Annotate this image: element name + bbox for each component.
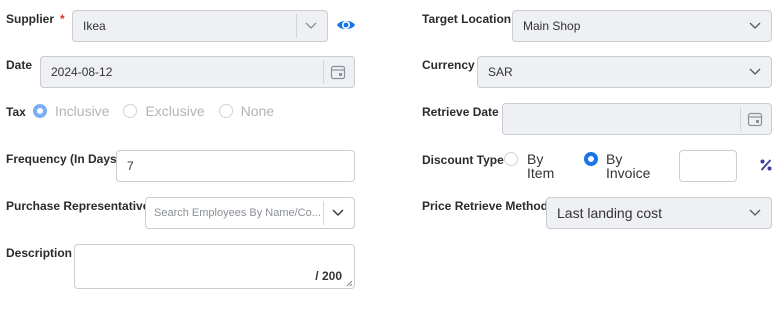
target-location-value: Main Shop — [523, 19, 581, 33]
description-textarea[interactable]: / 200 — [74, 244, 355, 289]
required-mark: * — [60, 12, 65, 26]
price-retrieve-select[interactable]: Last landing cost — [546, 197, 772, 229]
discount-radio-by-item[interactable] — [504, 152, 518, 166]
discount-option-by-invoice: By Invoice — [606, 151, 651, 181]
chevron-down-icon[interactable] — [739, 57, 771, 87]
chevron-down-icon[interactable] — [295, 11, 327, 41]
tax-option-label: None — [240, 103, 275, 119]
date-field[interactable]: 2024-08-12 — [40, 56, 355, 88]
currency-select[interactable]: SAR — [477, 56, 772, 88]
tax-radio-inclusive[interactable] — [33, 104, 47, 118]
supplier-label: Supplier * — [6, 12, 65, 26]
tax-radio-group: Inclusive Exclusive None — [33, 103, 288, 119]
frequency-label: Frequency (In Days) — [6, 152, 121, 166]
chevron-down-icon[interactable] — [739, 198, 771, 228]
calendar-icon[interactable] — [322, 57, 354, 87]
supplier-select[interactable]: Ikea — [72, 10, 328, 42]
frequency-value: 7 — [127, 159, 134, 173]
tax-radio-exclusive[interactable] — [123, 104, 138, 118]
target-location-select[interactable]: Main Shop — [512, 10, 772, 42]
date-value: 2024-08-12 — [51, 65, 113, 79]
tax-option-label: Inclusive — [55, 103, 110, 119]
frequency-input[interactable]: 7 — [116, 150, 355, 182]
purchase-rep-label: Purchase Representative — [6, 199, 150, 213]
discount-value-input[interactable] — [679, 150, 737, 182]
currency-value: SAR — [488, 65, 513, 79]
calendar-icon[interactable] — [739, 104, 771, 134]
price-retrieve-label: Price Retrieve Method — [422, 199, 549, 213]
currency-label: Currency — [422, 58, 475, 72]
chevron-down-icon[interactable] — [739, 11, 771, 41]
tax-label: Tax — [6, 105, 26, 119]
char-counter: / 200 — [315, 269, 342, 283]
supplier-value: Ikea — [83, 19, 106, 33]
purchase-rep-select[interactable]: Search Employees By Name/Co... — [145, 197, 355, 229]
target-location-label: Target Location — [422, 12, 512, 26]
date-label: Date — [6, 58, 33, 72]
price-retrieve-value: Last landing cost — [557, 205, 663, 221]
discount-radio-by-invoice[interactable] — [584, 152, 598, 166]
resize-handle-icon[interactable] — [346, 280, 353, 287]
eye-icon[interactable] — [336, 15, 356, 35]
percent-icon[interactable] — [759, 158, 773, 172]
purchase-rep-placeholder: Search Employees By Name/Co... — [154, 207, 321, 219]
discount-option-by-item: By Item — [527, 151, 555, 181]
chevron-down-icon[interactable] — [322, 198, 354, 228]
description-label: Description — [6, 246, 73, 260]
discount-type-label: Discount Type — [422, 153, 504, 167]
tax-radio-none[interactable] — [218, 104, 233, 118]
retrieve-date-label: Retrieve Date — [422, 105, 499, 119]
tax-option-label: Exclusive — [145, 103, 205, 119]
retrieve-date-field[interactable] — [502, 103, 772, 135]
